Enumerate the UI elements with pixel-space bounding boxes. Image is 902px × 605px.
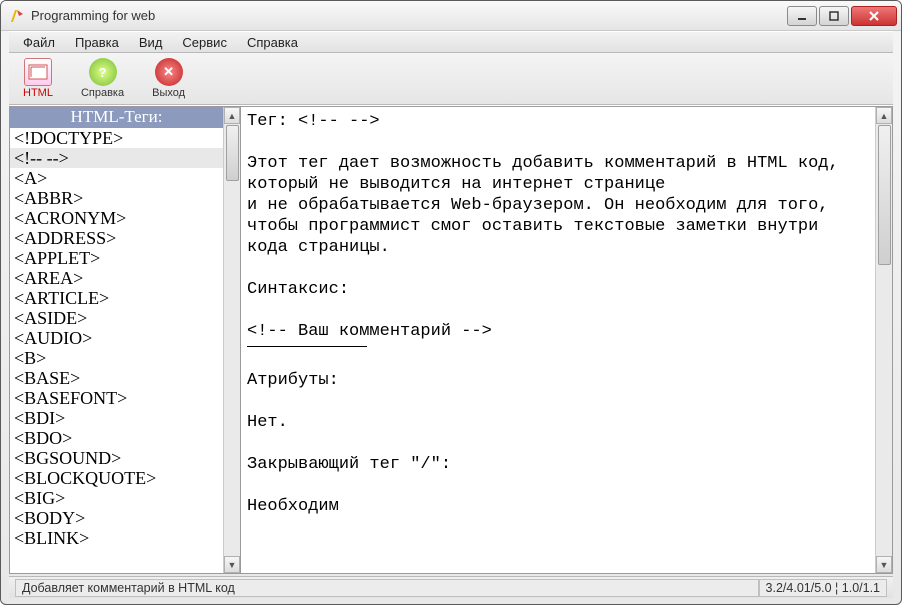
tag-list-header: HTML-Теги:: [10, 107, 223, 128]
detail-text[interactable]: Тег: <!-- --> Этот тег дает возможность …: [241, 107, 875, 573]
scroll-up-icon[interactable]: ▲: [876, 107, 892, 124]
tag-list-item[interactable]: <BIG>: [10, 488, 223, 508]
tag-list-item[interactable]: <ACRONYM>: [10, 208, 223, 228]
toolbar-html-label: HTML: [23, 87, 53, 99]
content-area: HTML-Теги: <!DOCTYPE><!-- --><A><ABBR><A…: [9, 105, 893, 574]
detail-syntax-value: <!-- Ваш комментарий -->: [247, 322, 492, 341]
tag-list-item[interactable]: <BLOCKQUOTE>: [10, 468, 223, 488]
maximize-button[interactable]: [819, 6, 849, 26]
status-right: 3.2/4.01/5.0 ¦ 1.0/1.1: [759, 579, 887, 597]
tag-list-item[interactable]: <ARTICLE>: [10, 288, 223, 308]
close-button[interactable]: [851, 6, 897, 26]
menu-service[interactable]: Сервис: [174, 33, 235, 52]
detail-attrs-label: Атрибуты:: [247, 371, 339, 390]
toolbar: HTML ? Справка ✕ Выход: [9, 53, 893, 105]
detail-desc-1: Этот тег дает возможность добавить комме…: [247, 154, 849, 194]
tag-list-item[interactable]: <BODY>: [10, 508, 223, 528]
tag-list-item[interactable]: <BGSOUND>: [10, 448, 223, 468]
help-icon: ?: [89, 58, 117, 86]
detail-desc-2: и не обрабатывается Web-браузером. Он не…: [247, 196, 839, 257]
tag-list-item[interactable]: <!-- -->: [10, 148, 223, 168]
toolbar-exit-button[interactable]: ✕ Выход: [148, 56, 189, 101]
minimize-button[interactable]: [787, 6, 817, 26]
toolbar-exit-label: Выход: [152, 87, 185, 99]
tag-list-item[interactable]: <BLINK>: [10, 528, 223, 548]
tag-list-item[interactable]: <BDO>: [10, 428, 223, 448]
window-title: Programming for web: [31, 8, 787, 23]
tag-list-item[interactable]: <BASEFONT>: [10, 388, 223, 408]
tag-list-item[interactable]: <ASIDE>: [10, 308, 223, 328]
tag-list-item[interactable]: <AREA>: [10, 268, 223, 288]
detail-divider: [247, 346, 367, 347]
html-icon: [24, 58, 52, 86]
tag-list-item[interactable]: <ADDRESS>: [10, 228, 223, 248]
sidebar: HTML-Теги: <!DOCTYPE><!-- --><A><ABBR><A…: [9, 106, 241, 574]
tag-list-item[interactable]: <AUDIO>: [10, 328, 223, 348]
tag-list-item[interactable]: <APPLET>: [10, 248, 223, 268]
scroll-thumb[interactable]: [226, 125, 239, 181]
detail-syntax-label: Синтаксис:: [247, 280, 349, 299]
scroll-down-icon[interactable]: ▼: [876, 556, 892, 573]
toolbar-help-button[interactable]: ? Справка: [77, 56, 128, 101]
detail-closing-label: Закрывающий тег "/":: [247, 455, 451, 474]
tag-list-item[interactable]: <BASE>: [10, 368, 223, 388]
scroll-up-icon[interactable]: ▲: [224, 107, 240, 124]
menu-file[interactable]: Файл: [15, 33, 63, 52]
detail-pane: Тег: <!-- --> Этот тег дает возможность …: [241, 106, 893, 574]
status-left: Добавляет комментарий в HTML код: [15, 579, 759, 597]
detail-closing-value: Необходим: [247, 497, 339, 516]
window-controls: [787, 6, 897, 26]
sidebar-scrollbar[interactable]: ▲ ▼: [223, 107, 240, 573]
detail-attrs-value: Нет.: [247, 413, 288, 432]
toolbar-help-label: Справка: [81, 87, 124, 99]
app-icon: [9, 8, 25, 24]
scroll-down-icon[interactable]: ▼: [224, 556, 240, 573]
scroll-thumb[interactable]: [878, 125, 891, 265]
menubar: Файл Правка Вид Сервис Справка: [9, 31, 893, 53]
tag-list-item[interactable]: <A>: [10, 168, 223, 188]
statusbar: Добавляет комментарий в HTML код 3.2/4.0…: [9, 576, 893, 598]
app-window: Programming for web Файл Правка Вид Серв…: [0, 0, 902, 605]
tag-list[interactable]: HTML-Теги: <!DOCTYPE><!-- --><A><ABBR><A…: [10, 107, 223, 573]
toolbar-html-button[interactable]: HTML: [19, 56, 57, 101]
menu-help[interactable]: Справка: [239, 33, 306, 52]
tag-list-item[interactable]: <B>: [10, 348, 223, 368]
detail-scrollbar[interactable]: ▲ ▼: [875, 107, 892, 573]
exit-icon: ✕: [155, 58, 183, 86]
titlebar[interactable]: Programming for web: [1, 1, 901, 31]
menu-edit[interactable]: Правка: [67, 33, 127, 52]
detail-tag-line: Тег: <!-- -->: [247, 112, 380, 131]
tag-list-item[interactable]: <ABBR>: [10, 188, 223, 208]
tag-list-item[interactable]: <!DOCTYPE>: [10, 128, 223, 148]
menu-view[interactable]: Вид: [131, 33, 171, 52]
tag-list-item[interactable]: <BDI>: [10, 408, 223, 428]
